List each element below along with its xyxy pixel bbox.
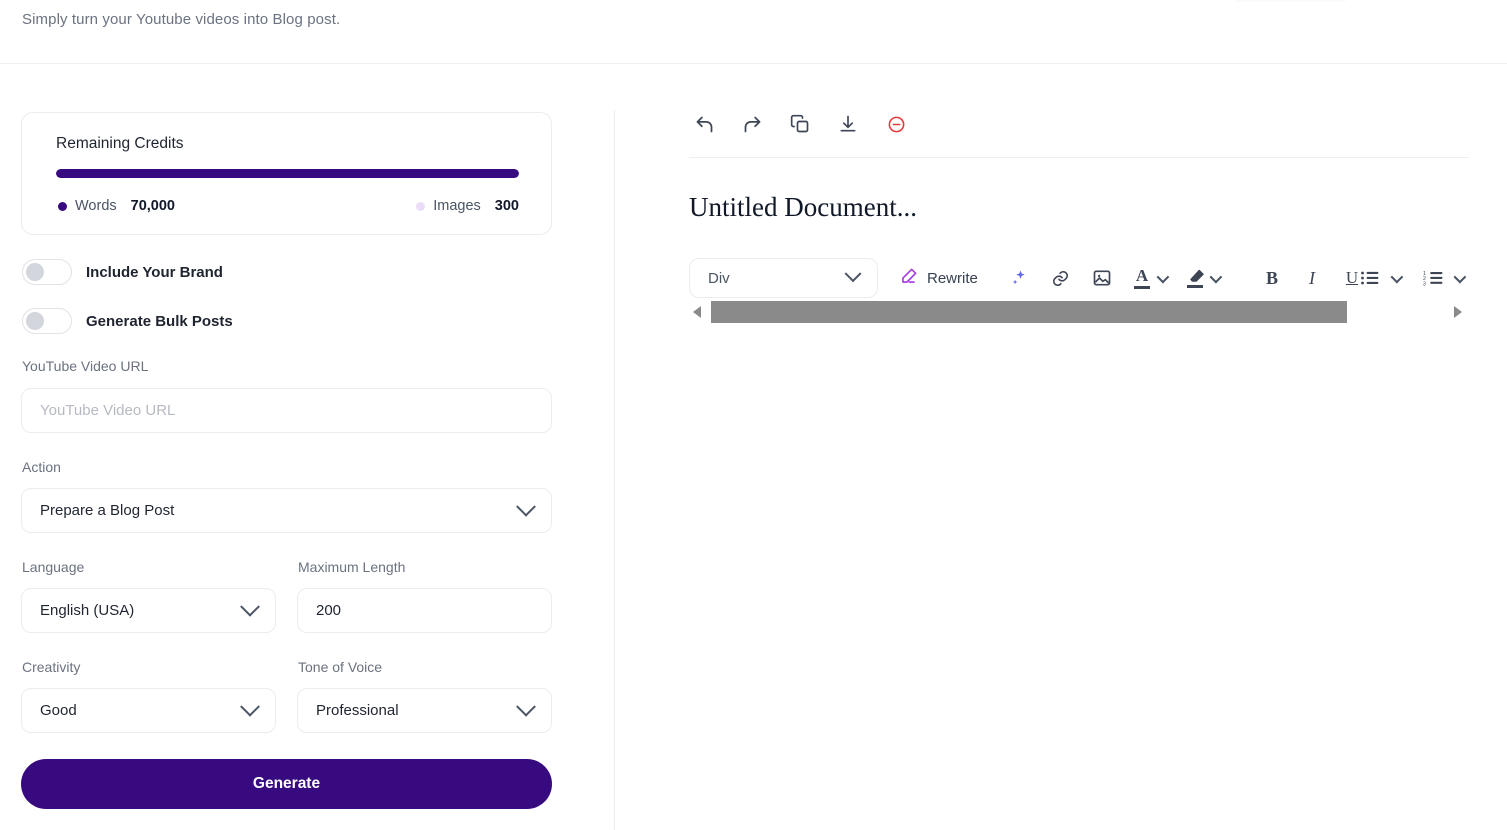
link-icon[interactable] — [1047, 265, 1073, 291]
page-subtitle: Simply turn your Youtube videos into Blo… — [22, 11, 341, 28]
language-select[interactable]: English (USA) — [21, 588, 276, 633]
document-content-area[interactable] — [690, 325, 1468, 765]
chevron-down-icon — [516, 696, 536, 717]
bold-icon[interactable]: B — [1259, 265, 1285, 291]
words-dot — [58, 201, 67, 211]
formatting-toolbar: Div Rewrite A B I U 1 2 3 — [689, 258, 1479, 298]
tone-of-voice-select[interactable]: Professional — [297, 688, 552, 733]
rewrite-group: Rewrite — [899, 258, 978, 298]
chevron-down-icon[interactable] — [1156, 270, 1170, 283]
insert-tools-group — [1005, 258, 1115, 298]
include-brand-label: Include Your Brand — [86, 263, 223, 281]
editor-horizontal-scrollbar[interactable] — [690, 301, 1468, 323]
switch-knob — [26, 263, 44, 281]
document-title[interactable]: Untitled Document... — [689, 192, 917, 223]
action-select[interactable]: Prepare a Blog Post — [21, 488, 552, 533]
download-icon[interactable] — [833, 109, 863, 139]
words-value: 70,000 — [130, 198, 175, 214]
legend-words: Words 70,000 — [58, 198, 175, 214]
color-tools-group: A — [1129, 258, 1223, 298]
credits-title: Remaining Credits — [56, 135, 184, 152]
chevron-down-icon[interactable] — [1209, 270, 1223, 283]
list-tools-group: 1 2 3 — [1357, 258, 1467, 298]
header-partial-element — [1232, 0, 1350, 2]
generate-button[interactable]: Generate — [21, 759, 552, 809]
scrollbar-thumb[interactable] — [711, 301, 1347, 323]
image-icon[interactable] — [1089, 265, 1115, 291]
chevron-down-icon — [516, 496, 536, 517]
youtube-url-input[interactable]: YouTube Video URL — [21, 388, 552, 433]
images-label: Images — [433, 198, 481, 214]
highlight-color-swatch — [1187, 284, 1203, 288]
page-header: Simply turn your Youtube videos into Blo… — [0, 0, 1507, 64]
bold-glyph: B — [1265, 267, 1278, 288]
images-value: 300 — [494, 198, 519, 214]
language-value: English (USA) — [40, 602, 135, 619]
youtube-url-label: YouTube Video URL — [22, 358, 149, 374]
svg-text:3: 3 — [1423, 281, 1426, 287]
editor-history-toolbar — [689, 109, 911, 139]
copy-icon[interactable] — [785, 109, 815, 139]
youtube-url-placeholder: YouTube Video URL — [40, 402, 176, 419]
chevron-down-icon — [844, 265, 862, 283]
highlight-icon[interactable] — [1182, 265, 1208, 291]
credits-legend: Words 70,000 Images 300 — [56, 189, 519, 219]
ai-sparkle-icon[interactable] — [1005, 265, 1031, 291]
words-label: Words — [75, 198, 117, 214]
maximum-length-input[interactable]: 200 — [297, 588, 552, 633]
italic-icon[interactable]: I — [1299, 265, 1325, 291]
bullet-list-icon[interactable] — [1357, 265, 1383, 291]
toggle-include-brand[interactable]: Include Your Brand — [22, 259, 223, 285]
chevron-down-icon[interactable] — [1453, 270, 1467, 283]
language-label: Language — [22, 559, 85, 575]
maximum-length-label: Maximum Length — [298, 559, 406, 575]
generate-bulk-posts-label: Generate Bulk Posts — [86, 312, 233, 330]
text-color-icon[interactable]: A — [1129, 265, 1155, 291]
include-brand-switch[interactable] — [22, 259, 72, 285]
redo-icon[interactable] — [737, 109, 767, 139]
scroll-left-arrow-icon[interactable] — [693, 306, 701, 318]
maximum-length-value: 200 — [316, 602, 342, 619]
rewrite-button[interactable]: Rewrite — [899, 267, 978, 290]
action-label: Action — [22, 459, 61, 475]
text-style-group: B I U — [1259, 258, 1365, 298]
remove-circle-icon[interactable] — [881, 109, 911, 139]
chevron-down-icon — [240, 696, 260, 717]
action-value: Prepare a Blog Post — [40, 502, 175, 519]
tone-of-voice-value: Professional — [316, 702, 399, 719]
italic-glyph: I — [1309, 267, 1315, 288]
credits-progress-fill — [56, 169, 519, 178]
block-type-select[interactable]: Div — [689, 258, 878, 298]
app-page: Simply turn your Youtube videos into Blo… — [0, 0, 1507, 830]
credits-progress-track — [56, 169, 519, 178]
numbered-list-icon[interactable]: 1 2 3 — [1420, 265, 1446, 291]
undo-icon[interactable] — [689, 109, 719, 139]
block-type-value: Div — [708, 269, 730, 287]
settings-panel: Remaining Credits Words 70,000 Images 30… — [0, 64, 615, 830]
chevron-down-icon — [240, 596, 260, 617]
editor-divider — [689, 157, 1469, 158]
chevron-down-icon[interactable] — [1390, 270, 1404, 283]
rewrite-label: Rewrite — [927, 269, 978, 287]
toggle-generate-bulk-posts[interactable]: Generate Bulk Posts — [22, 308, 233, 334]
creativity-select[interactable]: Good — [21, 688, 276, 733]
generate-bulk-posts-switch[interactable] — [22, 308, 72, 334]
rewrite-pencil-icon — [899, 267, 918, 290]
text-color-swatch — [1134, 286, 1150, 289]
images-dot — [416, 201, 426, 211]
switch-knob — [26, 312, 44, 330]
tone-of-voice-label: Tone of Voice — [298, 659, 383, 675]
legend-images: Images 300 — [416, 198, 519, 214]
remaining-credits-card: Remaining Credits Words 70,000 Images 30… — [21, 112, 552, 235]
creativity-label: Creativity — [22, 659, 81, 675]
scroll-right-arrow-icon[interactable] — [1454, 306, 1462, 318]
creativity-value: Good — [40, 702, 77, 719]
text-color-glyph: A — [1135, 266, 1149, 285]
